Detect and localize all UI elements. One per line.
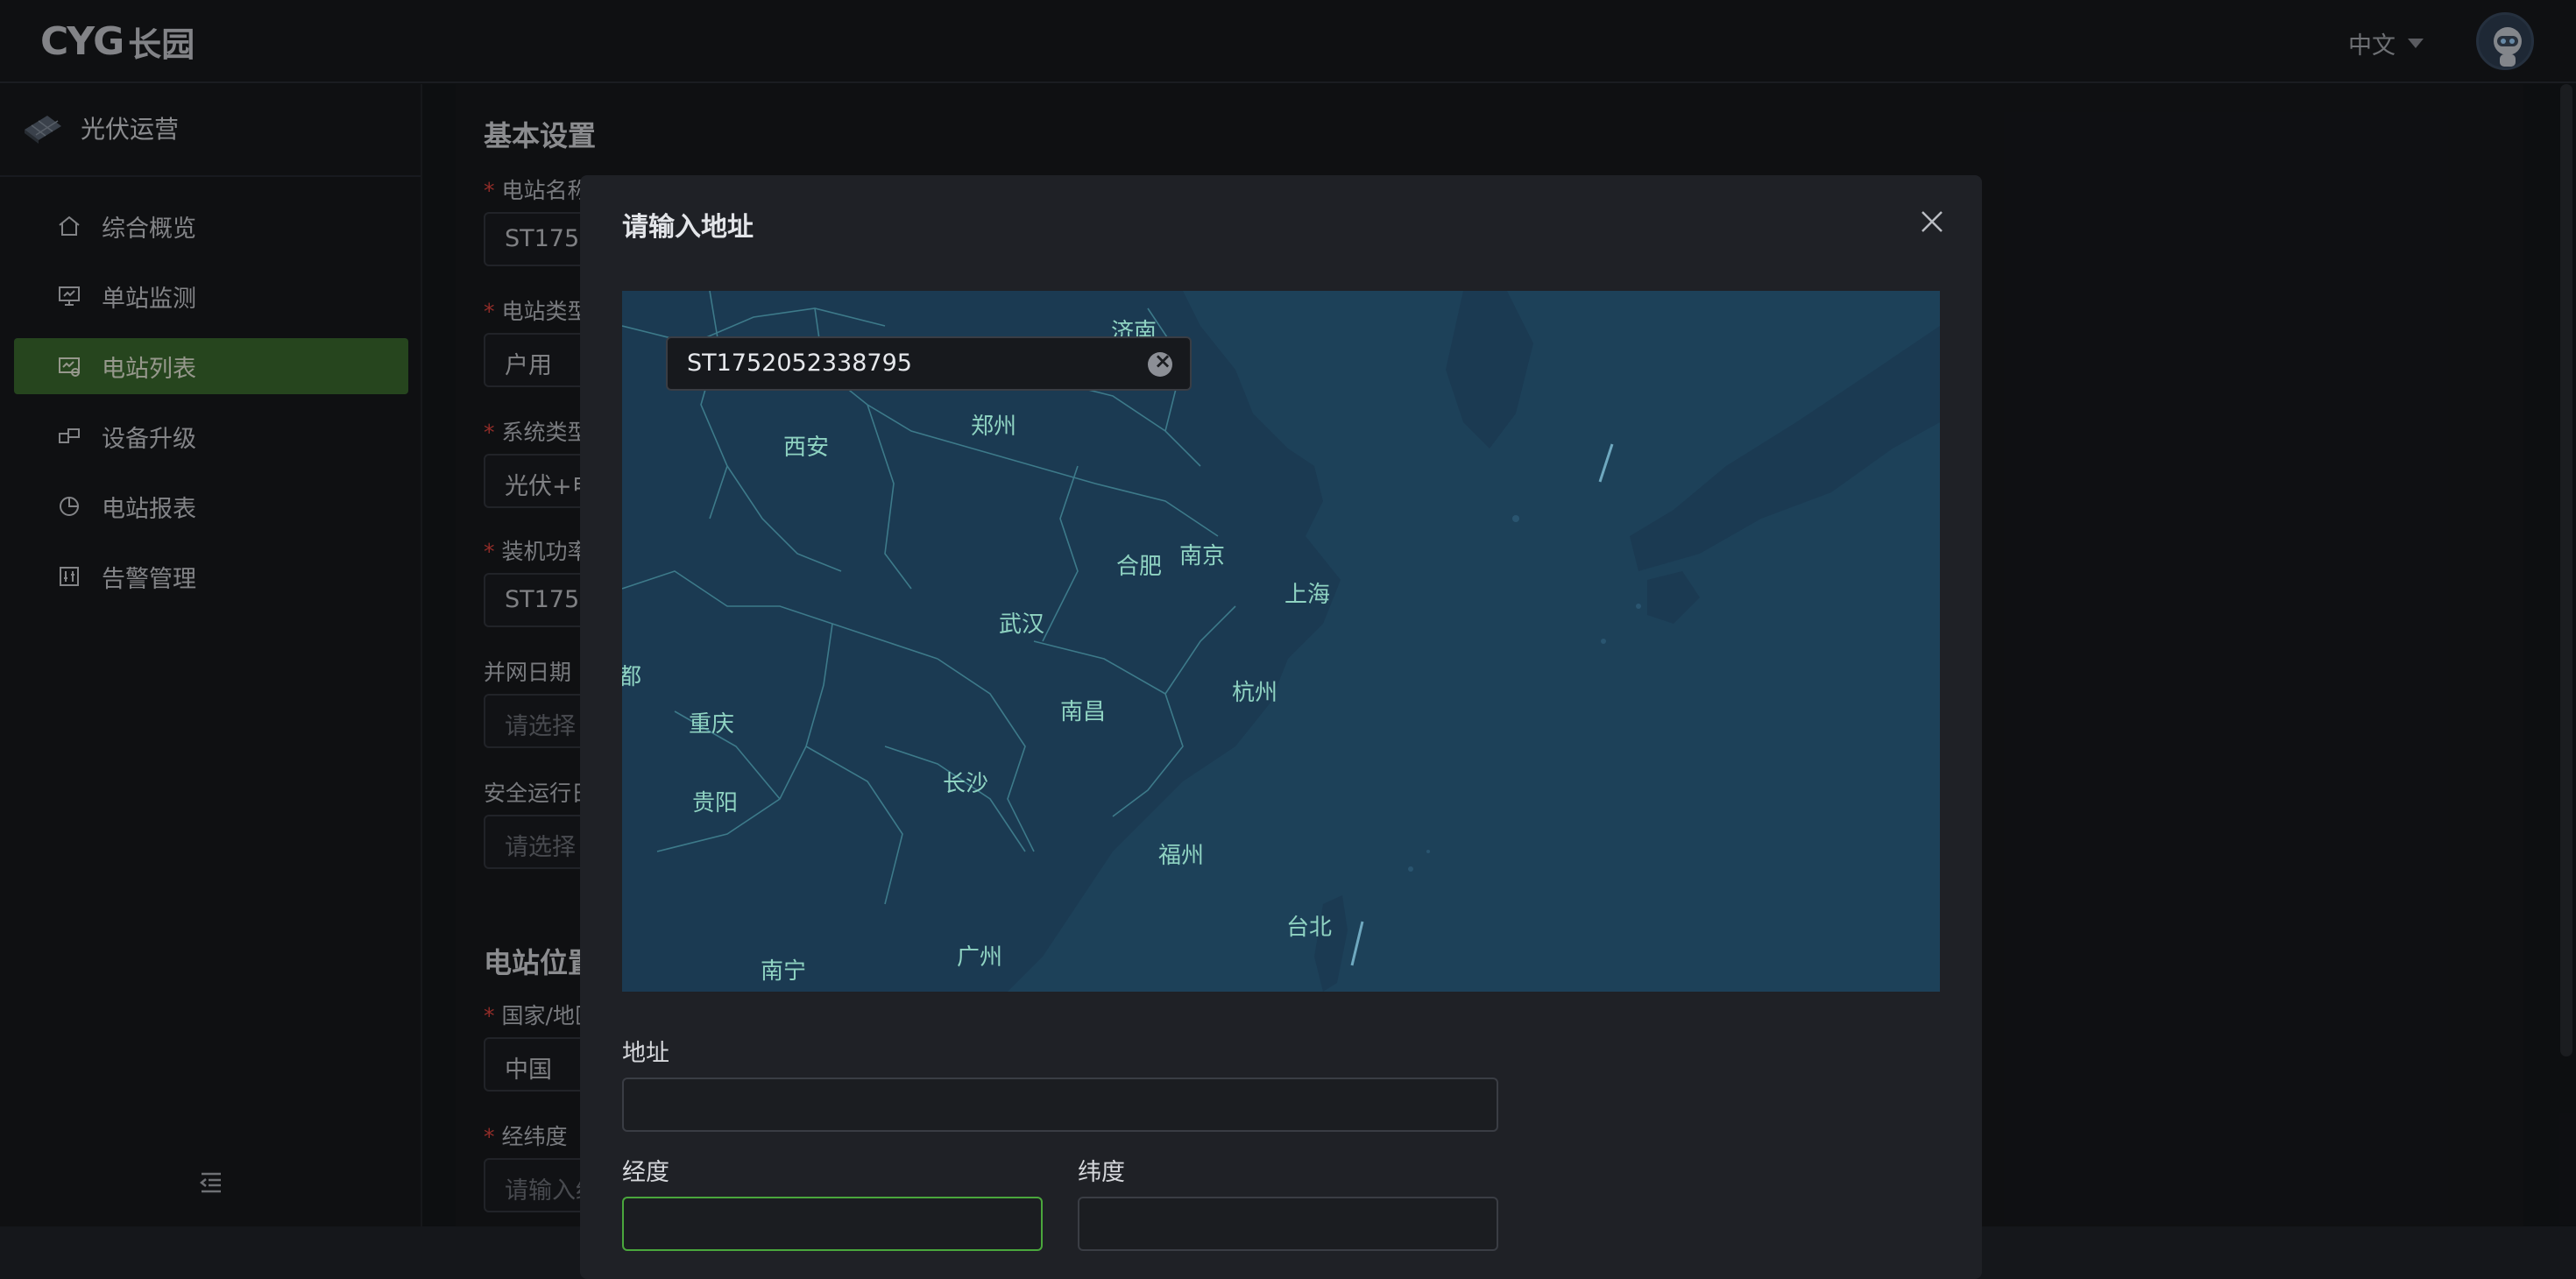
city-label: 长沙 <box>943 771 989 797</box>
map-view[interactable]: 济南 郑州 西安 合肥 南京 上海 武汉 都 重庆 南昌 杭州 长沙 贵阳 福州… <box>622 291 1940 992</box>
address-label: 地址 <box>622 1040 669 1067</box>
address-modal: 请输入地址 济南 郑州 西安 合肥 南京 上海 武汉 都 重庆 南昌 杭州 长沙… <box>580 175 1982 1279</box>
city-label: 西安 <box>783 435 830 461</box>
city-label: 上海 <box>1284 582 1331 608</box>
city-label: 合肥 <box>1116 554 1163 580</box>
city-label: 贵阳 <box>692 790 739 816</box>
latitude-label: 纬度 <box>1078 1159 1125 1186</box>
city-label: 福州 <box>1158 843 1205 869</box>
city-label: 郑州 <box>971 413 1017 440</box>
city-label: 都 <box>622 664 642 690</box>
city-label: 南宁 <box>761 958 807 985</box>
longitude-label: 经度 <box>622 1159 669 1186</box>
address-input[interactable] <box>622 1078 1498 1132</box>
latitude-input[interactable] <box>1078 1197 1498 1251</box>
city-label: 台北 <box>1286 915 1333 941</box>
map-search-input[interactable]: ST1752052338795 <box>666 336 1192 391</box>
city-label: 杭州 <box>1232 680 1278 706</box>
city-label: 南京 <box>1179 543 1226 569</box>
close-icon[interactable] <box>1919 208 1945 235</box>
modal-title: 请输入地址 <box>622 212 754 243</box>
map-geography <box>622 291 1940 992</box>
city-label: 广州 <box>957 944 1003 971</box>
clear-icon[interactable] <box>1148 349 1172 377</box>
map-search-value: ST1752052338795 <box>687 350 912 377</box>
city-label: 南昌 <box>1060 699 1107 725</box>
city-label: 重庆 <box>689 711 735 738</box>
city-label: 武汉 <box>999 611 1045 638</box>
longitude-input[interactable] <box>622 1197 1043 1251</box>
